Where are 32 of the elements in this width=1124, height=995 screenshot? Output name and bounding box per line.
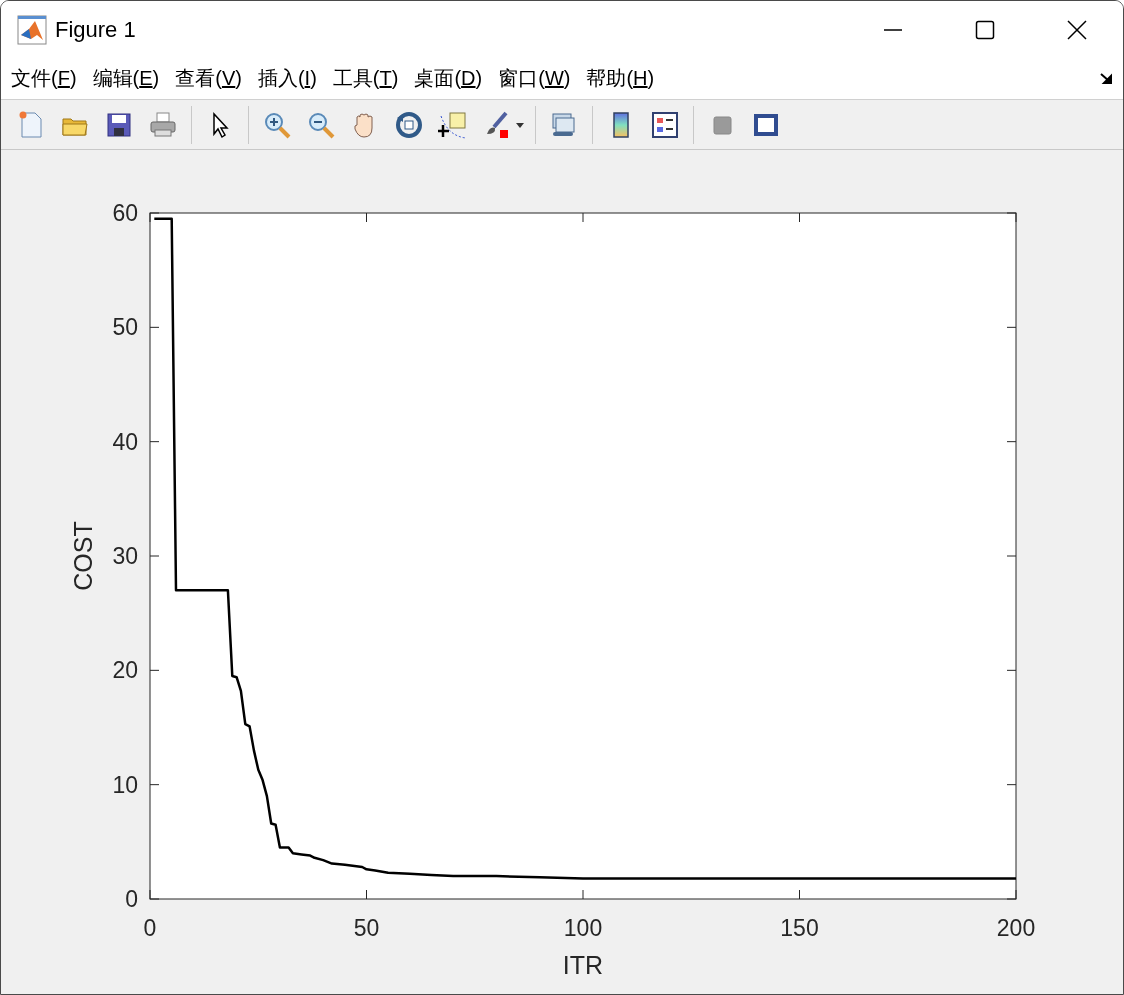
tick-label: 50 <box>112 314 138 341</box>
tick-label: 20 <box>112 657 138 684</box>
axis-label: ITR <box>562 951 604 979</box>
tick-label: 10 <box>112 771 138 798</box>
app-logo-icon <box>17 14 47 45</box>
rotate-icon[interactable] <box>394 109 424 140</box>
menu-item[interactable]: 帮助(H) <box>586 65 655 93</box>
tick-label: 0 <box>143 915 157 941</box>
dock-arrow-icon[interactable] <box>1099 71 1115 86</box>
tick-label: 60 <box>112 200 138 226</box>
print-icon[interactable] <box>148 109 178 140</box>
menu-item[interactable]: 查看(V) <box>175 65 242 93</box>
menu-item[interactable]: 文件(F) <box>11 65 77 93</box>
tick-label: 30 <box>112 543 138 569</box>
caret-icon[interactable] <box>515 120 525 129</box>
axis-label: COST <box>69 521 97 591</box>
window-title: Figure 1 <box>55 16 137 43</box>
tick-label: 100 <box>563 915 603 941</box>
menu-item[interactable]: 工具(T) <box>332 65 399 93</box>
menu-item[interactable]: 插入(I) <box>257 65 317 93</box>
tick-label: 0 <box>125 886 138 912</box>
menu-item[interactable]: 编辑(E) <box>92 65 160 93</box>
data-cursor-icon[interactable] <box>438 109 468 140</box>
tick-label: 40 <box>112 428 138 455</box>
close-icon[interactable] <box>1066 18 1088 41</box>
tick-label: 150 <box>780 915 819 941</box>
legend-icon[interactable] <box>650 109 680 140</box>
menu-item[interactable]: 桌面(D) <box>414 65 483 93</box>
tick-label: 200 <box>996 915 1036 941</box>
maximize-icon[interactable] <box>974 18 996 41</box>
tick-label: 50 <box>353 915 380 941</box>
menu-item[interactable]: 窗口(W) <box>498 65 571 93</box>
